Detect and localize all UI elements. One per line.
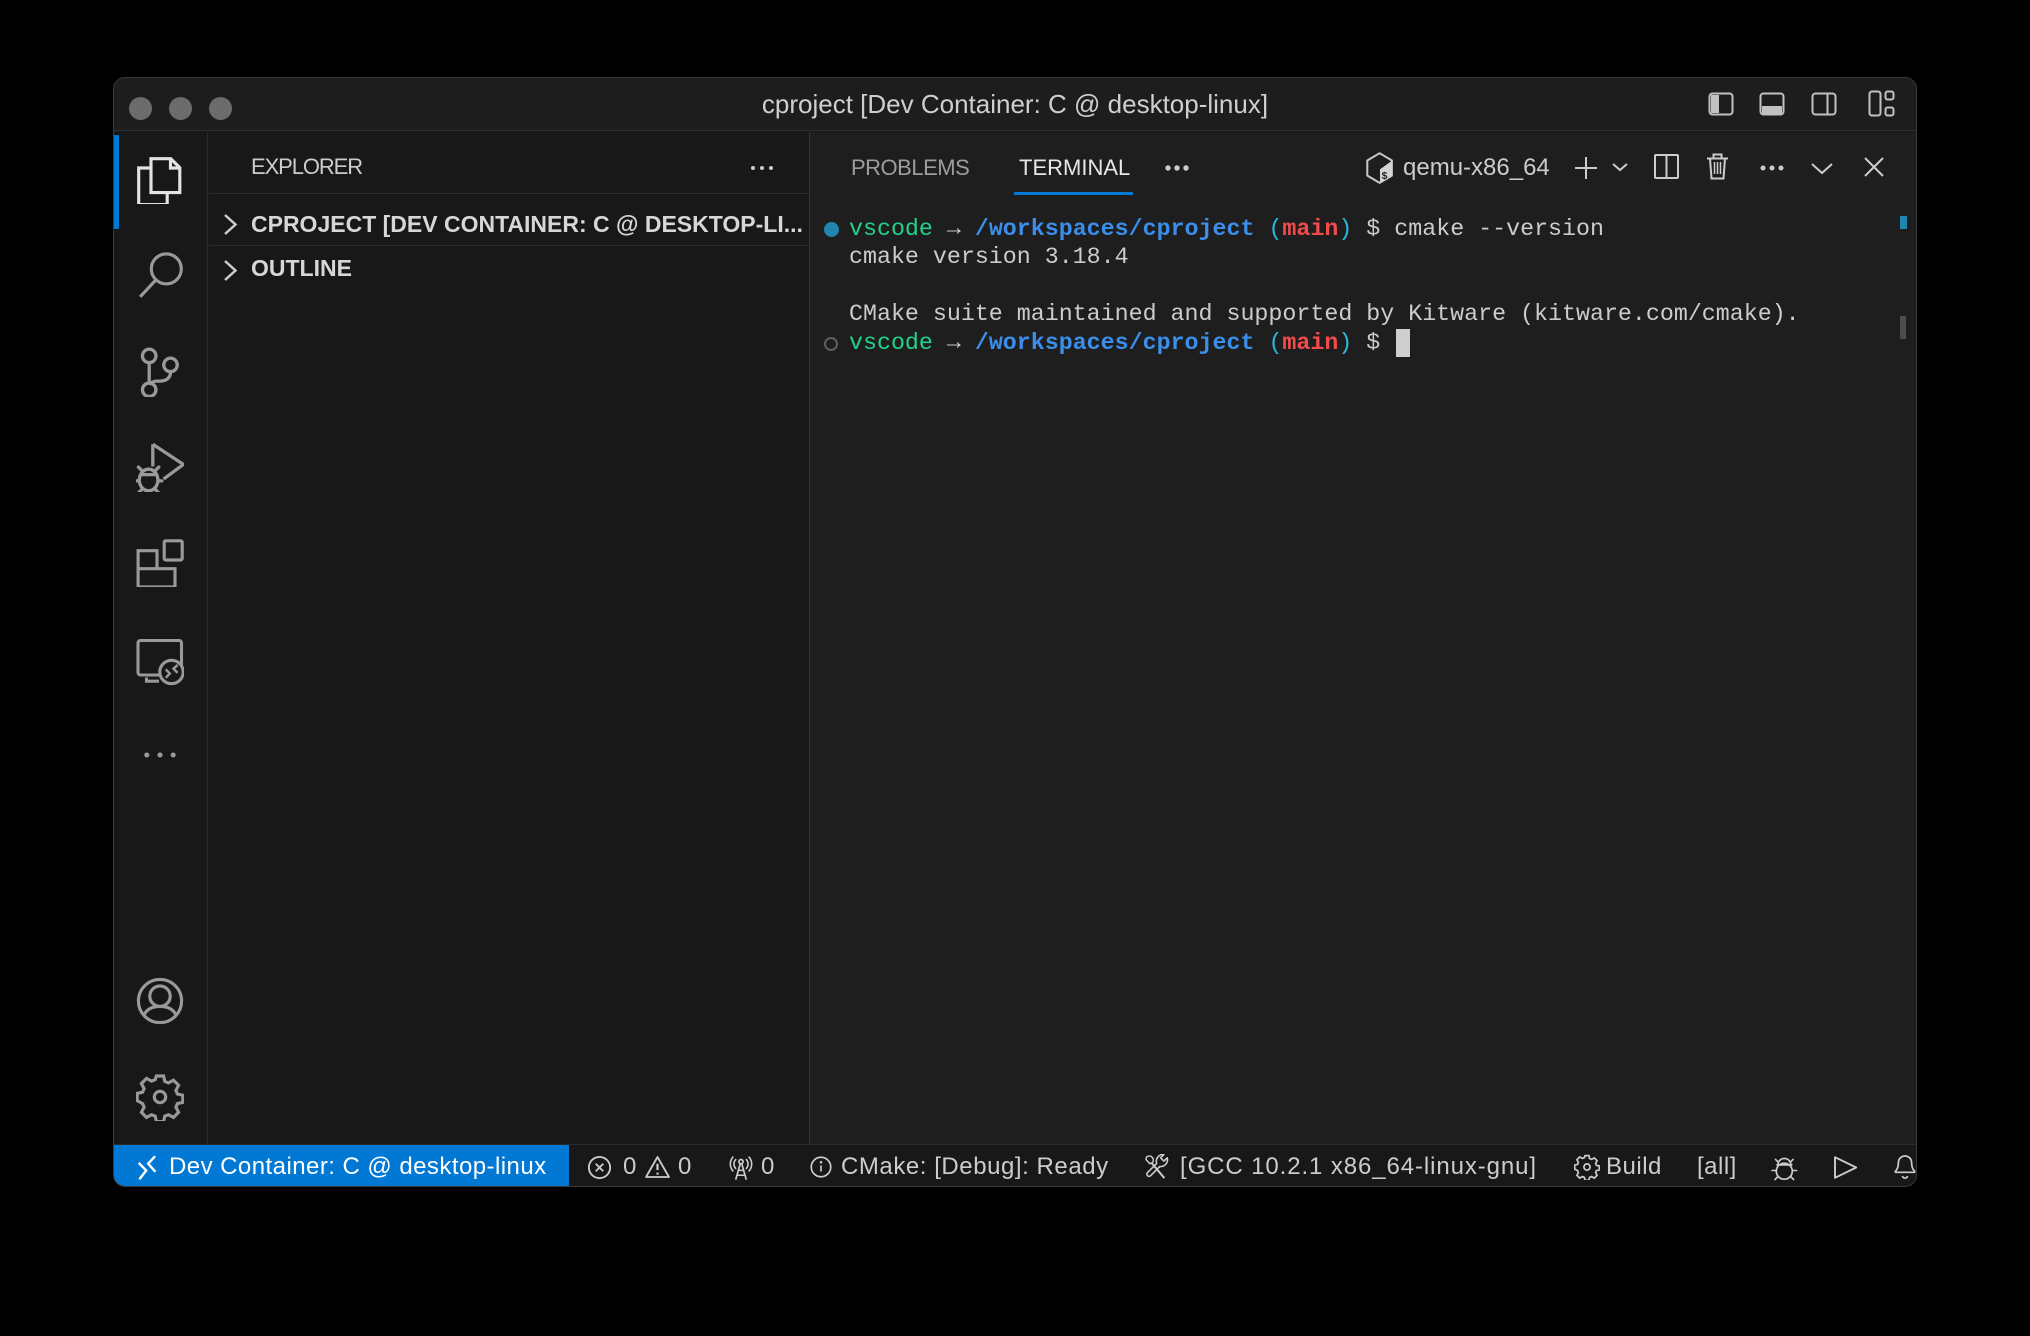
svg-text:$: $ (1382, 170, 1388, 182)
